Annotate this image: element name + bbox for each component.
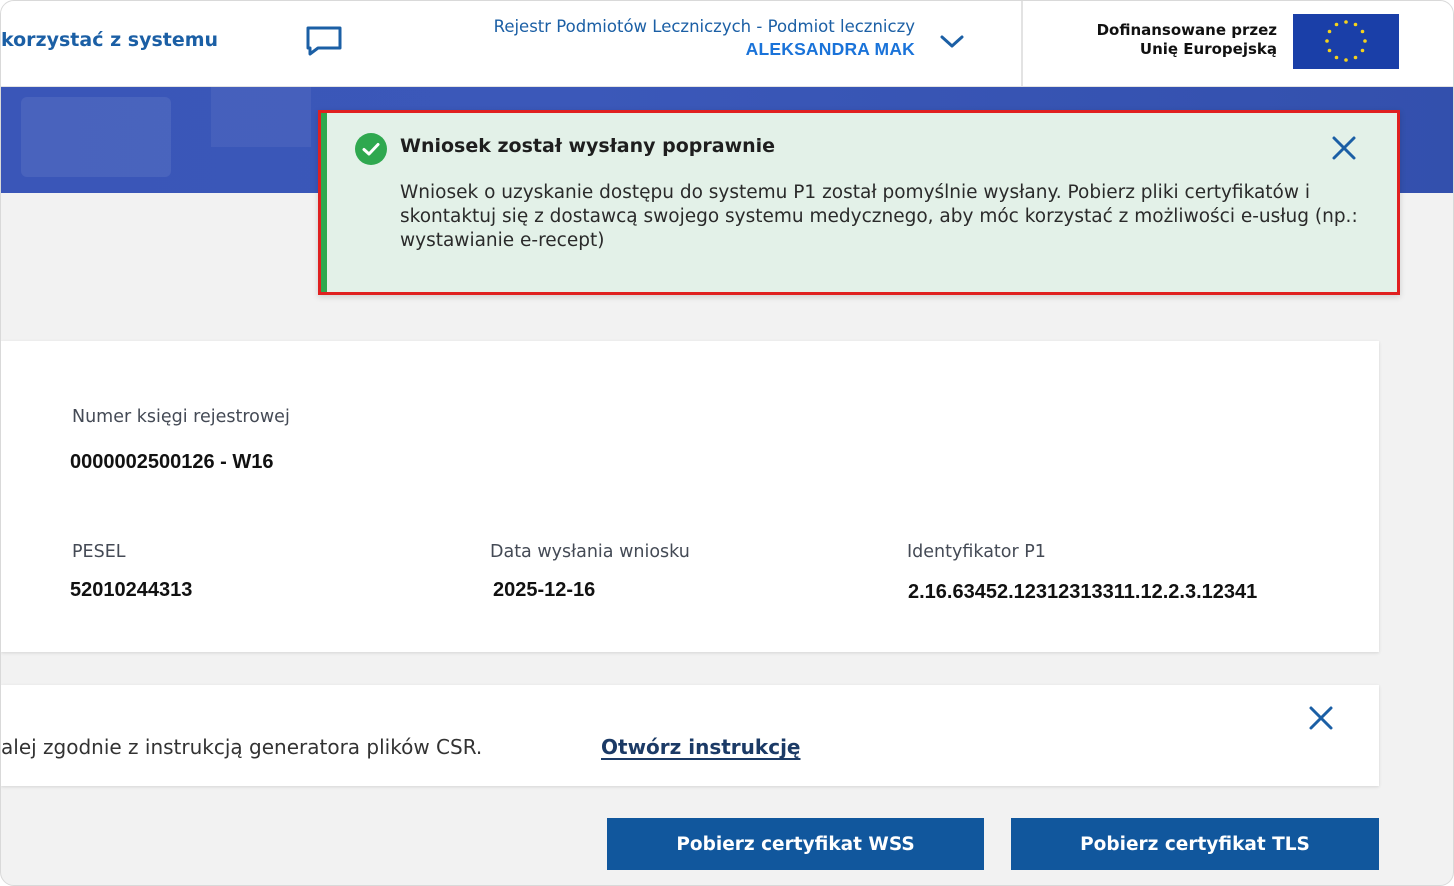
download-tls-certificate-button[interactable]: Pobierz certyfikat TLS [1011, 818, 1379, 870]
how-to-use-link[interactable]: korzystać z systemu [1, 29, 218, 51]
submission-date-label: Data wysłania wniosku [490, 542, 690, 562]
instruction-notice: alej zgodnie z instrukcją generatora pli… [1, 685, 1379, 786]
eu-text-line1: Dofinansowane przez [1096, 21, 1277, 39]
download-wss-certificate-button[interactable]: Pobierz certyfikat WSS [607, 818, 984, 870]
toast-accent-bar [321, 113, 327, 292]
toast-title: Wniosek został wysłany poprawnie [400, 135, 776, 157]
open-instruction-link[interactable]: Otwórz instrukcję [601, 735, 800, 759]
registry-selector[interactable]: Rejestr Podmiotów Leczniczych - Podmiot … [381, 17, 915, 60]
banner-decoration [211, 87, 311, 147]
eu-text-line2: Unię Europejską [1139, 40, 1277, 58]
submission-date-value: 2025-12-16 [493, 579, 596, 601]
chat-icon[interactable] [304, 25, 344, 57]
instruction-text: alej zgodnie z instrukcją generatora pli… [1, 735, 483, 759]
pesel-value: 52010244313 [70, 579, 193, 601]
toast-message: Wniosek o uzyskanie dostępu do systemu P… [400, 182, 1358, 251]
chevron-down-icon[interactable] [937, 29, 967, 53]
app-window: korzystać z systemu Rejestr Podmiotów Le… [0, 0, 1454, 886]
eu-funding-text: Dofinansowane przez Unię Europejską [1031, 21, 1277, 59]
user-name: ALEKSANDRA MAK [745, 39, 915, 59]
p1-identifier-value: 2.16.63452.12312313311.12.2.3.12341 [908, 581, 1258, 603]
header-divider [1021, 1, 1023, 87]
application-details-card: Numer księgi rejestrowej 0000002500126 -… [1, 341, 1379, 652]
banner-decoration [21, 97, 171, 177]
close-icon[interactable] [1329, 133, 1359, 163]
register-number-label: Numer księgi rejestrowej [72, 407, 290, 427]
top-header: korzystać z systemu Rejestr Podmiotów Le… [1, 1, 1453, 87]
pesel-label: PESEL [72, 542, 126, 562]
p1-identifier-label: Identyfikator P1 [907, 542, 1046, 562]
registry-title: Rejestr Podmiotów Leczniczych - Podmiot … [493, 17, 915, 36]
register-number-value: 0000002500126 - W16 [70, 451, 274, 473]
check-circle-icon [355, 133, 387, 165]
success-toast: Wniosek został wysłany poprawnie Wniosek… [318, 110, 1400, 295]
close-icon[interactable] [1306, 703, 1336, 733]
eu-flag-icon [1293, 14, 1399, 69]
